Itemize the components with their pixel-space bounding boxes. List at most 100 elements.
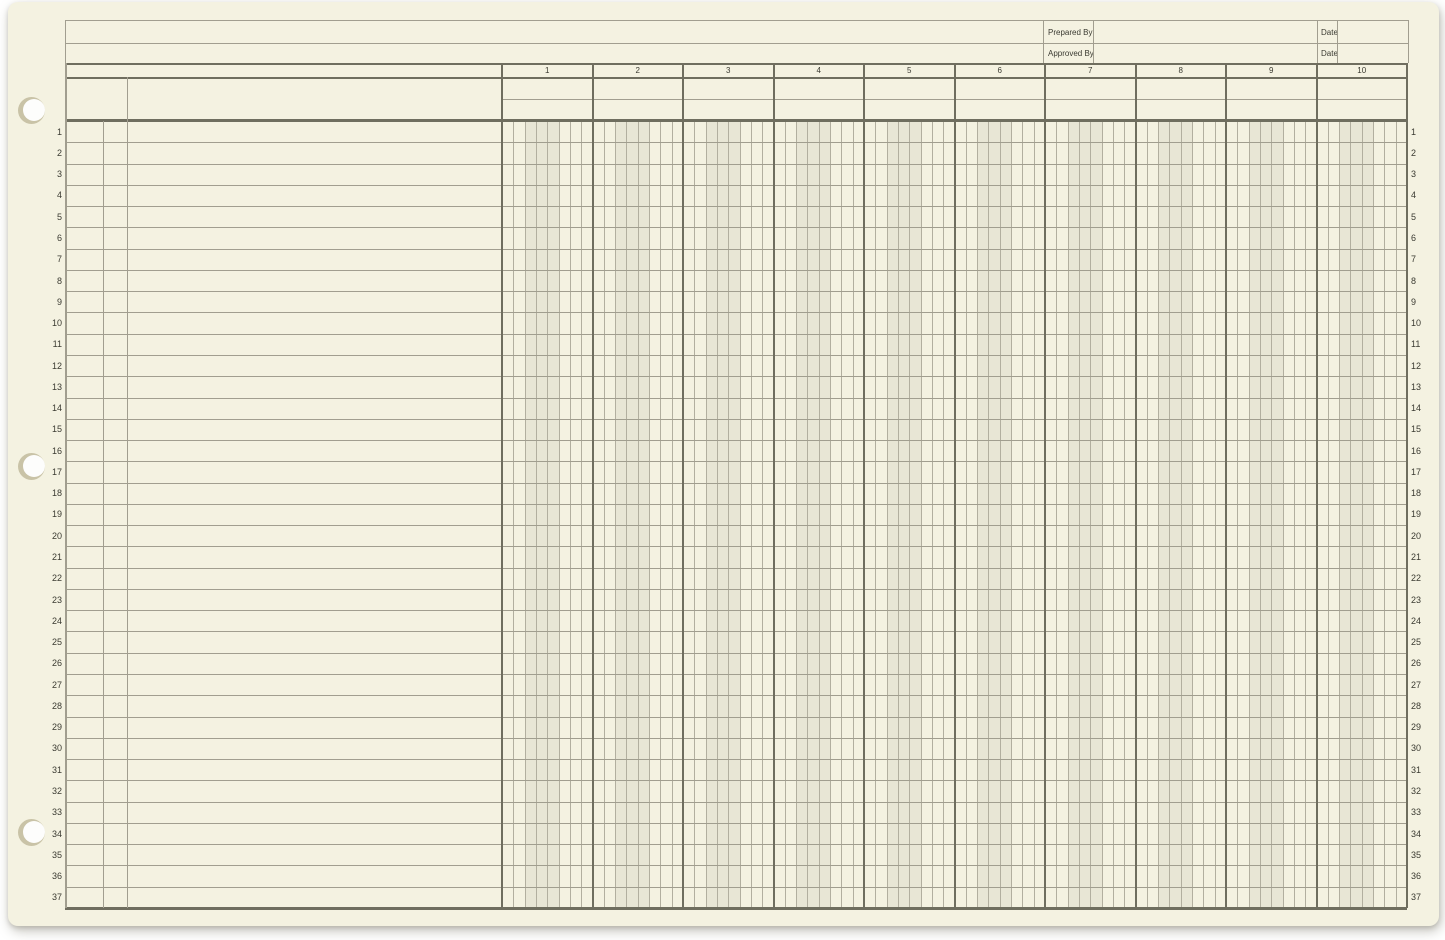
row-line (65, 483, 1407, 484)
approved-by-label: Approved By (1048, 43, 1094, 63)
row-number-right: 3 (1411, 164, 1431, 185)
grid-bottom-rule (65, 907, 1407, 910)
row-line (65, 780, 1407, 781)
row-number-right: 23 (1411, 589, 1431, 610)
digit-rule-line (988, 121, 989, 908)
digit-rule-line (660, 121, 661, 908)
row-number-right: 24 (1411, 610, 1431, 631)
row-line (65, 291, 1407, 292)
digit-rule-line (1102, 121, 1103, 908)
row-number-left: 30 (42, 738, 62, 759)
digit-rule-line (785, 121, 786, 908)
row-line (65, 440, 1407, 441)
digit-rule-line (1215, 121, 1216, 908)
row-number-right: 22 (1411, 568, 1431, 589)
digit-rule-line (1056, 121, 1057, 908)
row-line (65, 398, 1407, 399)
row-line (65, 695, 1407, 696)
digit-rule-line (841, 121, 842, 908)
form-box-line (1043, 20, 1044, 63)
row-number-left: 1 (42, 121, 62, 142)
row-line (65, 334, 1407, 335)
digit-rule-line (762, 121, 763, 908)
row-number-right: 7 (1411, 249, 1431, 270)
form-middle-line (65, 43, 1408, 44)
date-field-bottom (1338, 44, 1407, 62)
digit-rule-line (1260, 121, 1261, 908)
digit-rule-line (1068, 121, 1069, 908)
column-number-label: 3 (683, 63, 774, 77)
row-line (65, 610, 1407, 611)
digit-rule-line (694, 121, 695, 908)
row-number-left: 18 (42, 483, 62, 504)
digit-rule-line (1169, 121, 1170, 908)
row-number-left: 20 (42, 525, 62, 546)
row-number-left: 5 (42, 206, 62, 227)
row-number-right: 1 (1411, 121, 1431, 142)
digit-rule-line (932, 121, 933, 908)
digit-rule-line (1373, 121, 1374, 908)
digit-rule-line (638, 121, 639, 908)
row-number-right: 19 (1411, 504, 1431, 525)
row-number-right: 31 (1411, 759, 1431, 780)
digit-rule-line (1147, 121, 1148, 908)
row-number-left: 4 (42, 185, 62, 206)
row-number-right: 18 (1411, 483, 1431, 504)
digit-rule-line (966, 121, 967, 908)
account-title-header-field (128, 78, 501, 118)
row-number-left: 24 (42, 610, 62, 631)
row-number-right: 2 (1411, 142, 1431, 163)
digit-rule-line (626, 121, 627, 908)
row-line (65, 312, 1407, 313)
row-number-left: 21 (42, 546, 62, 567)
description-column (128, 121, 501, 908)
column-boundary-line (1225, 63, 1227, 908)
row-number-right: 10 (1411, 312, 1431, 333)
row-number-right: 30 (1411, 738, 1431, 759)
row-line (65, 206, 1407, 207)
digit-rule-line (1090, 121, 1091, 908)
row-number-left: 23 (42, 589, 62, 610)
prepared-by-label: Prepared By (1048, 21, 1092, 43)
row-line (65, 164, 1407, 165)
tinted-digit-band (1249, 121, 1283, 908)
digit-rule-line (559, 121, 560, 908)
digit-rule-line (604, 121, 605, 908)
column-boundary-line (863, 63, 865, 908)
digit-rule-line (1249, 121, 1250, 908)
row-number-left: 32 (42, 780, 62, 801)
date-label-bottom: Date (1321, 43, 1338, 63)
row-number-left: 26 (42, 653, 62, 674)
column-number-label: 1 (502, 63, 593, 77)
row-line (65, 865, 1407, 866)
row-line (65, 185, 1407, 186)
form-box-line (1317, 20, 1318, 63)
hole-punch-middle (18, 453, 45, 480)
row-line (65, 461, 1407, 462)
row-number-right: 25 (1411, 631, 1431, 652)
digit-rule-line (898, 121, 899, 908)
row-number-right: 11 (1411, 334, 1431, 355)
row-number-left: 3 (42, 164, 62, 185)
row-number-left: 8 (42, 270, 62, 291)
row-number-left: 17 (42, 461, 62, 482)
digit-rule-line (570, 121, 571, 908)
row-number-right: 37 (1411, 887, 1431, 908)
row-number-left: 10 (42, 312, 62, 333)
digit-rule-line (1362, 121, 1363, 908)
digit-rule-line (977, 121, 978, 908)
row-line (65, 270, 1407, 271)
row-number-left: 14 (42, 398, 62, 419)
row-number-right: 6 (1411, 227, 1431, 248)
row-number-left: 35 (42, 844, 62, 865)
row-number-right: 17 (1411, 461, 1431, 482)
digit-rule-line (887, 121, 888, 908)
digit-rule-line (1203, 121, 1204, 908)
row-line (65, 249, 1407, 250)
row-number-left: 13 (42, 376, 62, 397)
column-number-label: 8 (1136, 63, 1227, 77)
digit-rule-line (1158, 121, 1159, 908)
row-line (65, 568, 1407, 569)
tinted-digit-band (1339, 121, 1373, 908)
row-number-right: 5 (1411, 206, 1431, 227)
